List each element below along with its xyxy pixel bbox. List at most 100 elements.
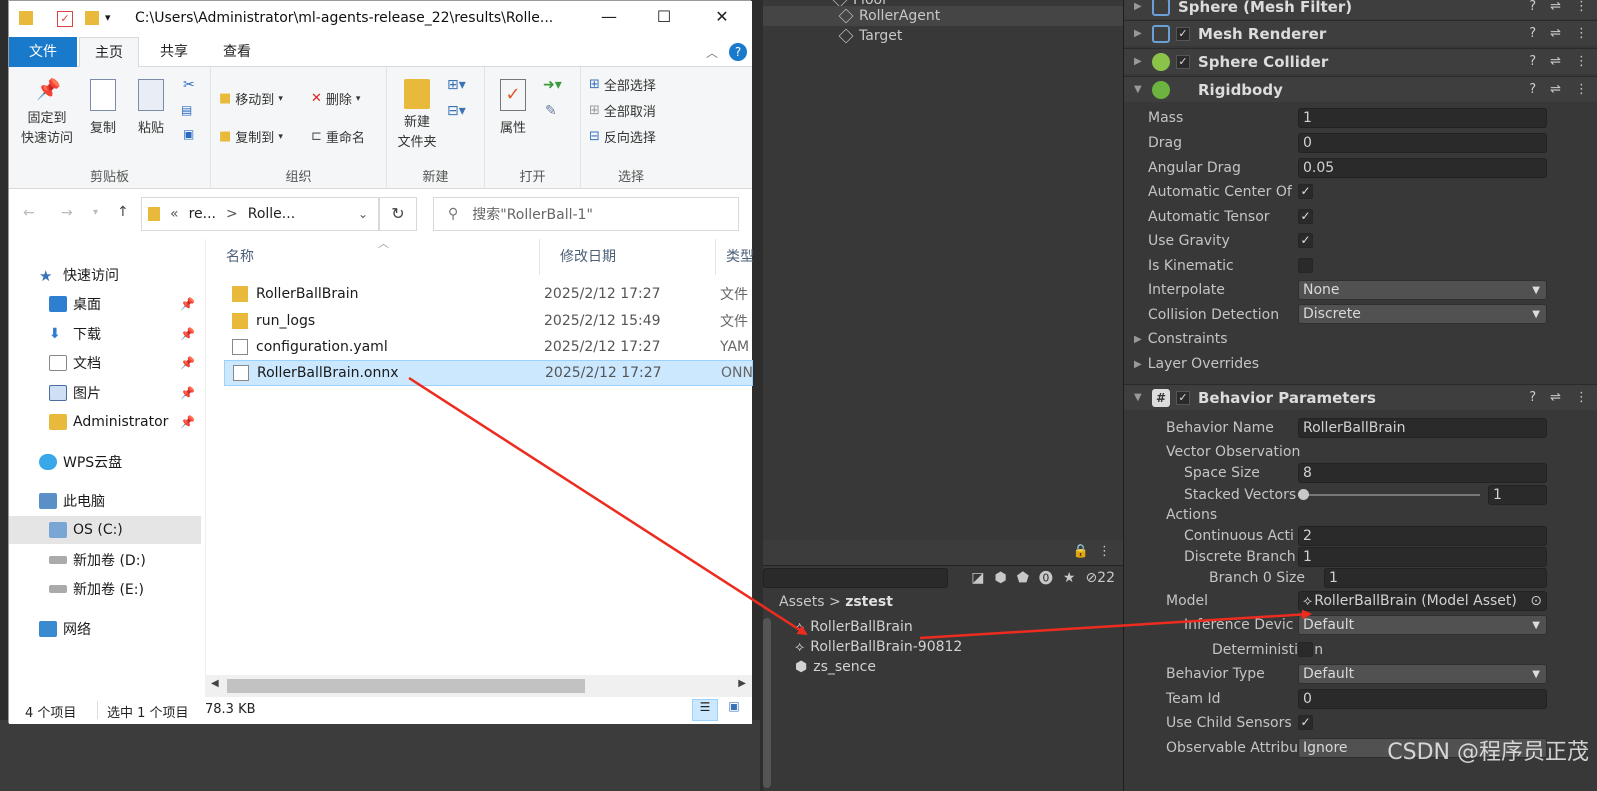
nav-network[interactable]: 网络: [9, 615, 201, 643]
move-to-button[interactable]: ■ 移动到 ▾: [219, 89, 283, 108]
collapse-icon[interactable]: ▼: [1134, 84, 1148, 95]
tab-home[interactable]: 主页: [79, 37, 139, 67]
collapse-icon[interactable]: ▼: [1134, 392, 1148, 403]
constraints-foldout[interactable]: ▶ Constraints: [1134, 328, 1228, 350]
new-folder-quick-icon[interactable]: [85, 11, 99, 25]
edit-icon[interactable]: ✎: [545, 103, 557, 119]
angular-drag-field[interactable]: 0.05: [1298, 158, 1547, 178]
column-header-modified[interactable]: 修改日期: [540, 239, 716, 275]
nav-pictures[interactable]: 图片 📌: [9, 379, 201, 407]
tab-share[interactable]: 共享: [149, 37, 199, 67]
project-item-rollerballbrain[interactable]: ⟡ RollerBallBrain: [795, 617, 913, 637]
lock-icon[interactable]: 🔒: [1073, 544, 1089, 559]
scrollbar-thumb[interactable]: [227, 679, 585, 693]
component-menu-icon[interactable]: ⋮: [1575, 390, 1588, 405]
new-item-icon[interactable]: ⊞▾: [447, 77, 466, 93]
is-kinematic-checkbox[interactable]: [1298, 258, 1313, 273]
hierarchy-item-target[interactable]: Target: [838, 26, 902, 46]
search-input[interactable]: ⚲ 搜索"RollerBall-1": [433, 197, 739, 231]
rename-button[interactable]: ⊏ 重命名: [311, 127, 365, 146]
help-icon[interactable]: ?: [1529, 54, 1536, 69]
behavior-name-field[interactable]: RollerBallBrain: [1298, 418, 1547, 438]
forward-icon[interactable]: →: [61, 205, 73, 221]
drag-field[interactable]: 0: [1298, 133, 1547, 153]
enabled-checkbox[interactable]: ✓: [1176, 390, 1190, 405]
continuous-actions-field[interactable]: 2: [1298, 526, 1547, 546]
copy-to-button[interactable]: ■ 复制到 ▾: [219, 127, 283, 146]
refresh-button[interactable]: ↻: [379, 197, 417, 231]
tab-view[interactable]: 查看: [212, 37, 262, 67]
breadcrumb-assets[interactable]: Assets: [779, 594, 825, 610]
discrete-branches-field[interactable]: 1: [1298, 547, 1547, 567]
collapse-ribbon-icon[interactable]: ︿: [706, 44, 718, 61]
nav-this-pc[interactable]: 此电脑: [9, 487, 201, 515]
model-object-field[interactable]: ⟡ RollerBallBrain (Model Asset) ⊙: [1298, 591, 1547, 611]
favorite-star-icon[interactable]: ★: [1063, 570, 1076, 586]
copy-button[interactable]: 复制: [83, 79, 123, 136]
select-all-button[interactable]: ⊞ 全部选择: [589, 75, 656, 94]
scroll-right-icon[interactable]: ▶: [738, 678, 746, 689]
presets-icon[interactable]: ⇌: [1550, 390, 1561, 405]
object-picker-icon[interactable]: ⊙: [1530, 593, 1542, 609]
hidden-packages-icon[interactable]: ⊘22: [1085, 570, 1115, 586]
easy-access-icon[interactable]: ⊟▾: [447, 103, 466, 119]
cut-icon[interactable]: ✂: [183, 77, 195, 93]
column-header-type[interactable]: 类型: [706, 239, 753, 275]
new-folder-button[interactable]: 新建 文件夹: [393, 79, 441, 153]
nav-wps-cloud[interactable]: WPS云盘: [9, 448, 201, 476]
copy-path-icon[interactable]: ▤: [181, 103, 192, 117]
invert-selection-button[interactable]: ⊟ 反向选择: [589, 127, 656, 146]
search-by-type-icon[interactable]: ◪: [971, 570, 984, 586]
properties-button[interactable]: ✓ 属性: [493, 79, 533, 136]
component-menu-icon[interactable]: ⋮: [1575, 82, 1588, 97]
use-child-sensors-checkbox[interactable]: ✓: [1298, 715, 1313, 730]
component-mesh-renderer[interactable]: ▶ ✓ Mesh Renderer? ⇌ ⋮: [1124, 20, 1597, 46]
component-sphere-collider[interactable]: ▶ ✓ Sphere Collider? ⇌ ⋮: [1124, 48, 1597, 74]
use-gravity-checkbox[interactable]: ✓: [1298, 233, 1313, 248]
column-header-name[interactable]: 名称: [206, 239, 540, 275]
maximize-button[interactable]: ☐: [649, 7, 679, 31]
inference-device-dropdown[interactable]: Default ▼: [1298, 615, 1547, 635]
address-segment-results[interactable]: re...: [189, 206, 216, 222]
stacked-vectors-slider-track[interactable]: [1302, 494, 1480, 496]
recent-locations-icon[interactable]: ▾: [93, 207, 98, 218]
behavior-type-dropdown[interactable]: Default ▼: [1298, 664, 1547, 684]
component-menu-icon[interactable]: ⋮: [1575, 54, 1588, 69]
up-icon[interactable]: ↑: [117, 204, 129, 220]
nav-quick-access[interactable]: ★ 快速访问: [9, 261, 201, 289]
details-view-icon[interactable]: ☰: [692, 699, 718, 721]
mass-field[interactable]: 1: [1298, 108, 1547, 128]
nav-drive-d[interactable]: 新加卷 (D:): [9, 546, 201, 574]
filter-type-icon[interactable]: ⬢: [994, 570, 1006, 586]
delete-button[interactable]: ✕ 删除 ▾: [311, 89, 360, 108]
help-icon[interactable]: ?: [729, 43, 747, 61]
more-menu-icon[interactable]: ⋮: [1098, 544, 1111, 559]
open-icon[interactable]: ➜▾: [543, 77, 562, 93]
auto-center-checkbox[interactable]: ✓: [1298, 184, 1313, 199]
hierarchy-item-rolleragent[interactable]: RollerAgent: [763, 6, 1123, 26]
component-menu-icon[interactable]: ⋮: [1575, 0, 1588, 14]
auto-tensor-checkbox[interactable]: ✓: [1298, 209, 1313, 224]
nav-administrator[interactable]: Administrator 📌: [9, 408, 201, 436]
stacked-vectors-field[interactable]: 1: [1488, 485, 1547, 505]
address-segment-rollerball[interactable]: Rolle...: [248, 206, 295, 222]
breadcrumb-zstest[interactable]: zstest: [845, 594, 893, 610]
help-icon[interactable]: ?: [1529, 390, 1536, 405]
chevron-down-icon[interactable]: ⌄: [358, 207, 368, 221]
large-icons-view-icon[interactable]: ▣: [723, 699, 745, 721]
component-rigidbody[interactable]: ▼ Rigidbody? ⇌ ⋮: [1124, 76, 1597, 102]
paste-button[interactable]: 粘贴: [131, 79, 171, 136]
scroll-left-icon[interactable]: ◀: [211, 678, 219, 689]
minimize-button[interactable]: —: [594, 7, 624, 31]
properties-quick-icon[interactable]: ✓: [57, 11, 73, 27]
file-row[interactable]: configuration.yaml 2025/2/12 17:27 YAM: [224, 334, 753, 360]
presets-icon[interactable]: ⇌: [1550, 82, 1561, 97]
tab-file[interactable]: 文件: [9, 37, 77, 67]
nav-downloads[interactable]: ⬇ 下载 📌: [9, 320, 201, 348]
expand-icon[interactable]: ▶: [1134, 28, 1148, 39]
back-icon[interactable]: ←: [23, 205, 35, 221]
enabled-checkbox[interactable]: ✓: [1176, 54, 1190, 69]
layer-overrides-foldout[interactable]: ▶ Layer Overrides: [1134, 353, 1259, 375]
close-button[interactable]: ✕: [707, 7, 737, 31]
presets-icon[interactable]: ⇌: [1550, 54, 1561, 69]
